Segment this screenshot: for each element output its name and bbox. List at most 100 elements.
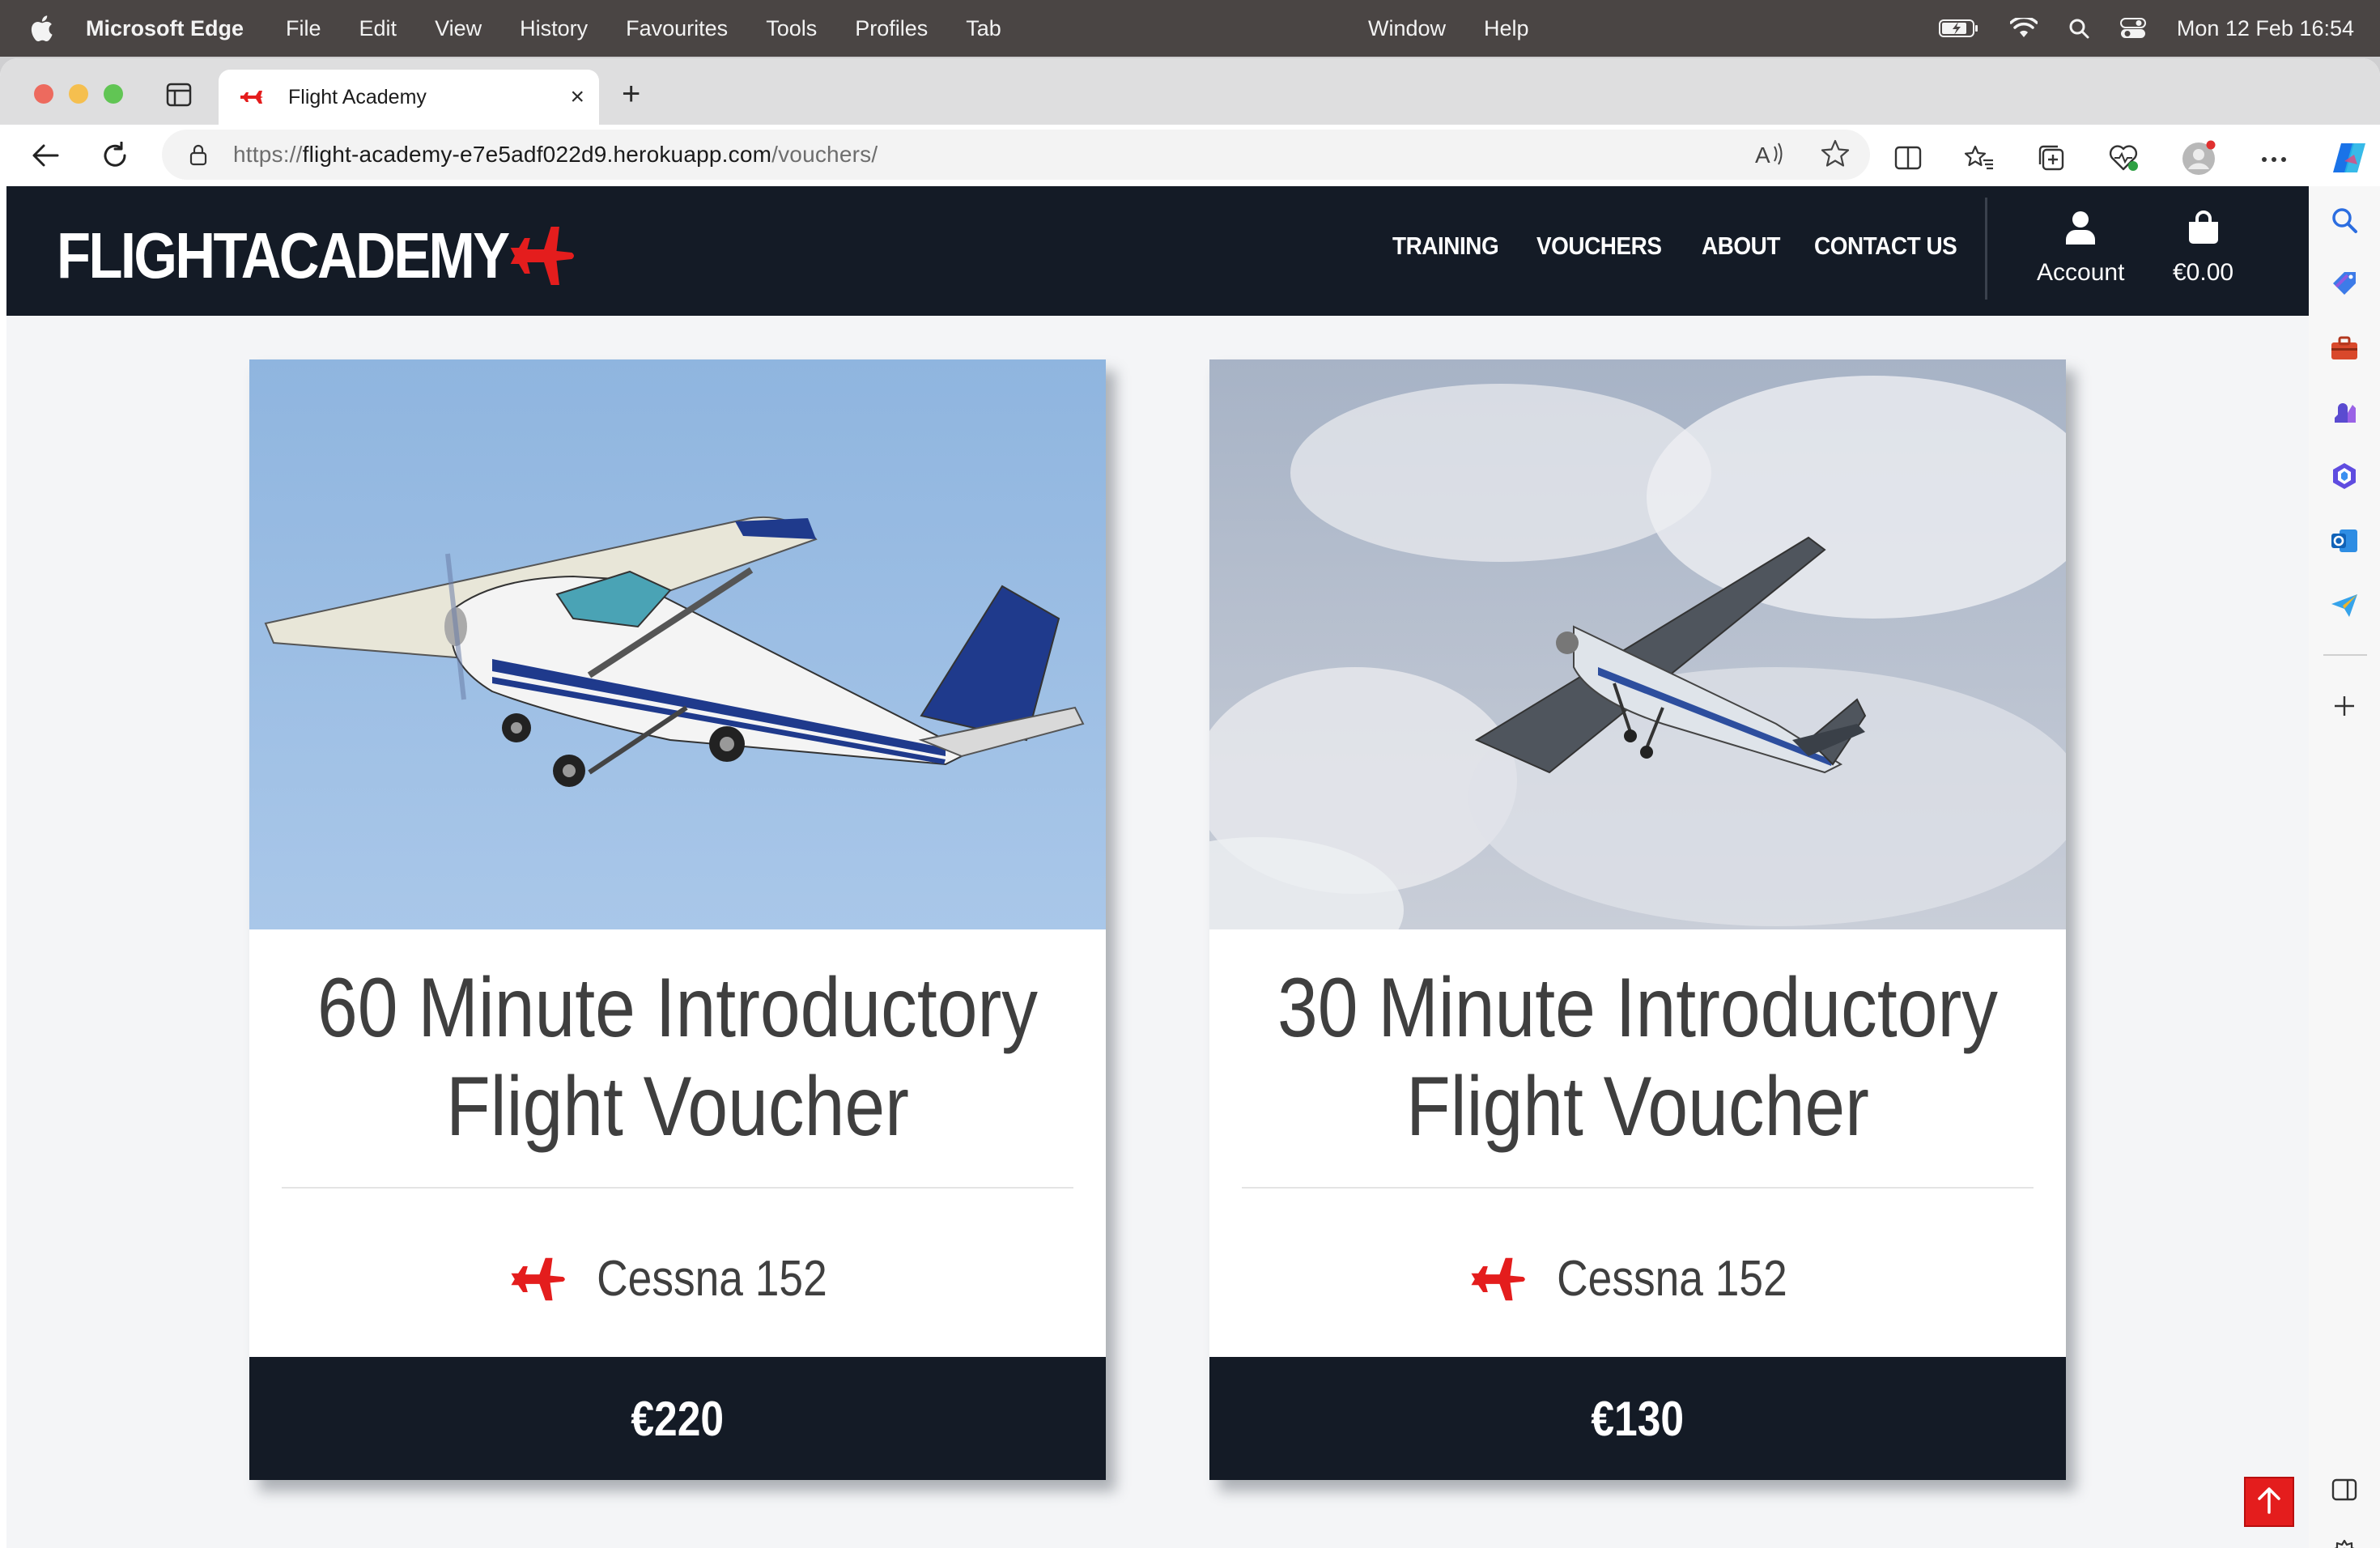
- url-path: /vouchers/: [771, 142, 878, 167]
- edge-sidebar: [2309, 186, 2380, 1548]
- voucher-title[interactable]: 60 Minute Introductory Flight Voucher: [309, 959, 1046, 1156]
- main-nav: TRAINING VOUCHERS ABOUT CONTACT US: [1392, 232, 1973, 261]
- menu-app-name[interactable]: Microsoft Edge: [86, 16, 244, 41]
- voucher-title-line2: Flight Voucher: [1406, 1060, 1869, 1154]
- menu-file[interactable]: File: [286, 16, 321, 41]
- zoom-window-button[interactable]: [104, 84, 123, 104]
- split-screen-icon[interactable]: [1894, 144, 1922, 176]
- tab-flight-academy[interactable]: Flight Academy ×: [219, 70, 599, 125]
- user-icon: [2064, 211, 2097, 251]
- tab-strip: Flight Academy × +: [0, 58, 2380, 125]
- sidebar-office-icon[interactable]: [2328, 460, 2361, 492]
- menu-tab[interactable]: Tab: [966, 16, 1001, 41]
- menu-favourites[interactable]: Favourites: [626, 16, 728, 41]
- sidebar-settings-gear-icon[interactable]: [2328, 1537, 2361, 1548]
- arrow-up-icon: [2257, 1486, 2281, 1518]
- account-link[interactable]: Account: [2037, 211, 2124, 287]
- aircraft-name: Cessna 152: [596, 1251, 827, 1307]
- minimize-window-button[interactable]: [69, 84, 88, 104]
- voucher-price[interactable]: €130: [1209, 1357, 2066, 1480]
- sidebar-search-icon[interactable]: [2328, 204, 2361, 236]
- menu-view[interactable]: View: [435, 16, 482, 41]
- menu-history[interactable]: History: [520, 16, 588, 41]
- back-arrow-icon[interactable]: [29, 139, 62, 172]
- nav-divider: [1985, 198, 1987, 300]
- favorite-star-icon[interactable]: [1820, 138, 1851, 173]
- sidebar-divider: [2323, 654, 2367, 656]
- apple-logo-icon[interactable]: [29, 15, 71, 42]
- close-window-button[interactable]: [34, 84, 53, 104]
- sidebar-games-icon[interactable]: [2328, 395, 2361, 427]
- lock-icon[interactable]: [189, 143, 207, 166]
- logo-text: FLIGHTACADEMY: [57, 219, 510, 291]
- site-navbar: FLIGHTACADEMY TRAINING VOUCHERS ABOUT CO…: [6, 186, 2309, 316]
- voucher-title-line1: 30 Minute Introductory: [1277, 961, 1998, 1055]
- spotlight-search-icon[interactable]: [2068, 18, 2089, 39]
- menu-edit[interactable]: Edit: [359, 16, 397, 41]
- svg-text:A: A: [1755, 142, 1770, 168]
- browser-toolbar: https://flight-academy-e7e5adf022d9.hero…: [0, 125, 2380, 186]
- sidebar-panel-icon[interactable]: [2328, 1474, 2361, 1506]
- shopping-bag-icon: [2187, 211, 2220, 251]
- collections-icon[interactable]: [2037, 143, 2066, 176]
- tab-close-icon[interactable]: ×: [570, 85, 584, 109]
- new-tab-icon[interactable]: +: [622, 78, 640, 110]
- url-host: flight-academy-e7e5adf022d9.herokuapp.co…: [302, 142, 772, 167]
- shopping-bag-link[interactable]: €0.00: [2173, 211, 2233, 287]
- voucher-aircraft: Cessna 152: [1209, 1250, 2066, 1308]
- browser-essentials-icon[interactable]: [2108, 143, 2139, 176]
- voucher-title[interactable]: 30 Minute Introductory Flight Voucher: [1269, 959, 2006, 1156]
- airplane-favicon-icon: [240, 90, 267, 104]
- voucher-card[interactable]: 60 Minute Introductory Flight Voucher Ce…: [249, 359, 1106, 1480]
- nav-training[interactable]: TRAINING: [1392, 232, 1499, 261]
- airplane-icon: [1470, 1255, 1527, 1303]
- logo-airplane-icon: [509, 223, 576, 288]
- voucher-title-line2: Flight Voucher: [446, 1060, 909, 1154]
- more-menu-icon[interactable]: [2260, 153, 2288, 168]
- profile-avatar[interactable]: [2181, 139, 2218, 181]
- account-label: Account: [2037, 259, 2125, 286]
- wifi-icon[interactable]: [2009, 18, 2038, 39]
- url-scheme: https://: [233, 142, 303, 167]
- menu-profiles[interactable]: Profiles: [855, 16, 928, 41]
- copilot-icon[interactable]: [2330, 140, 2369, 180]
- airplane-icon: [510, 1255, 567, 1303]
- page-viewport: FLIGHTACADEMY TRAINING VOUCHERS ABOUT CO…: [6, 186, 2309, 1548]
- menu-window[interactable]: Window: [1368, 16, 1446, 41]
- menu-tools[interactable]: Tools: [766, 16, 817, 41]
- aircraft-name: Cessna 152: [1556, 1251, 1787, 1307]
- card-divider: [1242, 1187, 2034, 1189]
- price-value: €130: [1591, 1391, 1685, 1446]
- voucher-card[interactable]: 30 Minute Introductory Flight Voucher Ce…: [1209, 359, 2066, 1480]
- battery-icon[interactable]: [1938, 19, 1979, 38]
- menu-help[interactable]: Help: [1484, 16, 1529, 41]
- url-text[interactable]: https://flight-academy-e7e5adf022d9.hero…: [233, 142, 878, 168]
- voucher-image-cessna-cloudy-sky[interactable]: [1209, 359, 2066, 929]
- card-divider: [282, 1187, 1073, 1189]
- toolbar-extensions: [1894, 139, 2369, 181]
- voucher-image-cessna-blue-sky[interactable]: [249, 359, 1106, 929]
- sidebar-add-icon[interactable]: [2328, 690, 2361, 722]
- nav-vouchers[interactable]: VOUCHERS: [1536, 232, 1662, 261]
- voucher-price[interactable]: €220: [249, 1357, 1106, 1480]
- address-bar[interactable]: https://flight-academy-e7e5adf022d9.hero…: [162, 130, 1870, 180]
- sidebar-tools-icon[interactable]: [2328, 332, 2361, 364]
- tab-title: Flight Academy: [288, 85, 427, 108]
- site-logo[interactable]: FLIGHTACADEMY: [57, 219, 576, 293]
- control-center-icon[interactable]: [2119, 18, 2146, 39]
- tab-actions-icon[interactable]: [166, 83, 192, 111]
- price-value: €220: [631, 1391, 725, 1446]
- nav-contact-us[interactable]: CONTACT US: [1814, 232, 1957, 261]
- favorites-icon[interactable]: [1964, 144, 1995, 176]
- sidebar-send-icon[interactable]: [2328, 589, 2361, 622]
- menubar-clock[interactable]: Mon 12 Feb 16:54: [2177, 16, 2354, 41]
- scroll-to-top-button[interactable]: [2244, 1477, 2294, 1527]
- sidebar-shopping-tag-icon[interactable]: [2328, 267, 2361, 300]
- macos-menubar: Microsoft Edge File Edit View History Fa…: [0, 0, 2380, 57]
- bag-total: €0.00: [2173, 259, 2234, 286]
- refresh-icon[interactable]: [99, 139, 131, 172]
- sidebar-outlook-icon[interactable]: [2328, 525, 2361, 557]
- nav-about[interactable]: ABOUT: [1702, 232, 1780, 261]
- read-aloud-icon[interactable]: A: [1753, 138, 1784, 173]
- window-controls: [34, 84, 123, 104]
